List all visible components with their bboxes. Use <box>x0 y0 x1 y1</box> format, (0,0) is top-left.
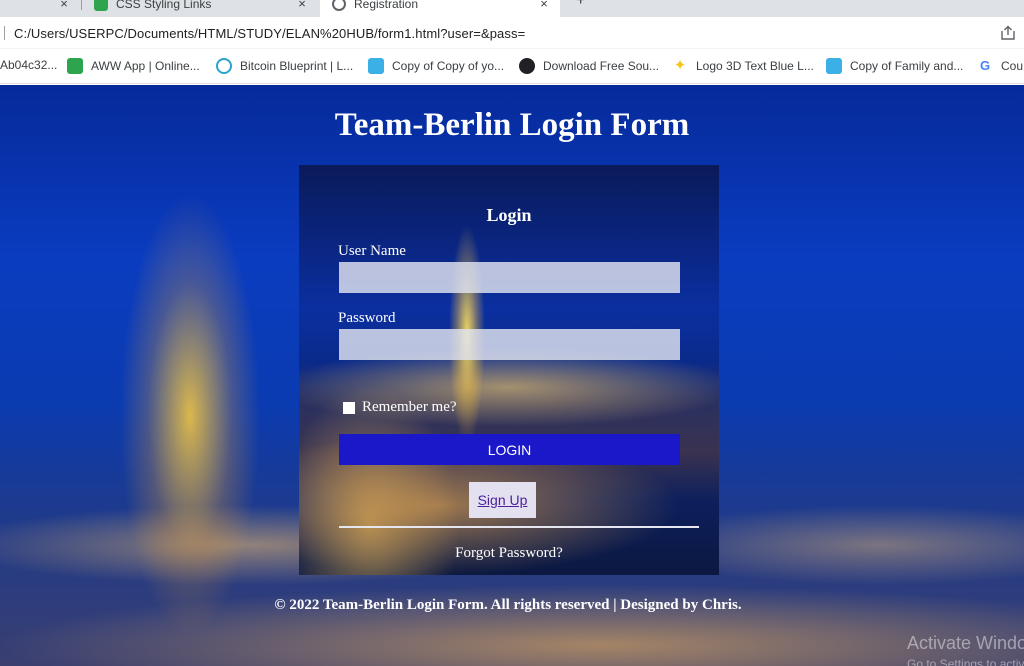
bookmark-label: Cou <box>1001 59 1024 73</box>
bookmark-label: Copy of Family and... <box>850 59 964 73</box>
page-title: Team-Berlin Login Form <box>334 107 690 143</box>
dark-circle-icon <box>519 58 535 74</box>
divider <box>339 526 699 528</box>
tab-css-styling-links[interactable]: CSS Styling Links × <box>82 0 318 17</box>
bookmark-item[interactable]: Copy of Family and... <box>826 58 963 74</box>
bookmark-label: Ab04c32... <box>0 58 58 72</box>
bookmark-item[interactable]: ✦ Logo 3D Text Blue L... <box>672 58 814 74</box>
username-input[interactable] <box>339 262 680 293</box>
bookmark-item[interactable]: Copy of Copy of yo... <box>368 58 504 74</box>
tab-previous[interactable]: × <box>0 0 80 17</box>
bookmark-label: AWW App | Online... <box>91 59 200 73</box>
bookmark-item[interactable]: AWW App | Online... <box>67 58 200 74</box>
bookmark-label: Bitcoin Blueprint | L... <box>240 59 354 73</box>
bookmark-item[interactable]: Bitcoin Blueprint | L... <box>216 58 353 74</box>
footer-text: © 2022 Team-Berlin Login Form. All right… <box>274 597 742 613</box>
password-label: Password <box>338 310 396 326</box>
tab-strip: × CSS Styling Links × Registration × + <box>0 0 1024 17</box>
bookmarks-bar: Ab04c32... AWW App | Online... Bitcoin B… <box>0 49 1024 84</box>
password-input[interactable] <box>339 329 680 360</box>
tab-title: CSS Styling Links <box>116 0 212 11</box>
google-icon: G <box>979 58 991 73</box>
bookmark-label: Logo 3D Text Blue L... <box>696 59 814 73</box>
bookmark-label: Copy of Copy of yo... <box>392 59 505 73</box>
username-label: User Name <box>338 243 406 259</box>
sparkle-icon: ✦ <box>673 57 687 74</box>
remember-label: Remember me? <box>362 399 457 415</box>
close-icon[interactable]: × <box>56 0 72 11</box>
bookmark-item[interactable]: Download Free Sou... <box>519 58 659 74</box>
swirl-icon <box>216 58 232 74</box>
form-heading: Login <box>486 205 532 225</box>
new-tab-button[interactable]: + <box>576 0 585 10</box>
address-bar: C:/Users/USERPC/Documents/HTML/STUDY/ELA… <box>0 17 1024 49</box>
close-icon[interactable]: × <box>536 0 552 11</box>
aww-icon <box>67 58 83 74</box>
tab-registration[interactable]: Registration × <box>320 0 560 17</box>
page-background: Team-Berlin Login Form Login User Name P… <box>0 85 1024 666</box>
activate-windows-title: Activate Windows <box>907 633 1024 653</box>
login-button[interactable]: LOGIN <box>339 434 680 465</box>
bookmark-label: Download Free Sou... <box>543 59 660 73</box>
bookmark-item[interactable]: Ab04c32... <box>0 58 57 72</box>
tab-title: Registration <box>354 0 419 11</box>
close-icon[interactable]: × <box>294 0 310 11</box>
share-icon[interactable] <box>1000 25 1016 41</box>
forgot-password-link[interactable]: Forgot Password? <box>299 545 719 562</box>
globe-favicon-icon <box>332 0 346 11</box>
canva-icon <box>826 58 842 74</box>
remember-checkbox[interactable] <box>343 401 355 414</box>
remember-me: Remember me? <box>343 399 457 416</box>
url-field[interactable]: C:/Users/USERPC/Documents/HTML/STUDY/ELA… <box>14 26 525 41</box>
canva-icon <box>368 58 384 74</box>
address-divider <box>4 26 5 40</box>
aww-favicon-icon <box>94 0 108 11</box>
signup-button[interactable]: Sign Up <box>469 482 536 518</box>
login-card: Login User Name Password Remember me? LO… <box>299 165 719 575</box>
bookmark-item[interactable]: G Cou <box>977 58 1023 74</box>
activate-windows-subtitle: Go to Settings to activate Windows. <box>907 657 1024 666</box>
